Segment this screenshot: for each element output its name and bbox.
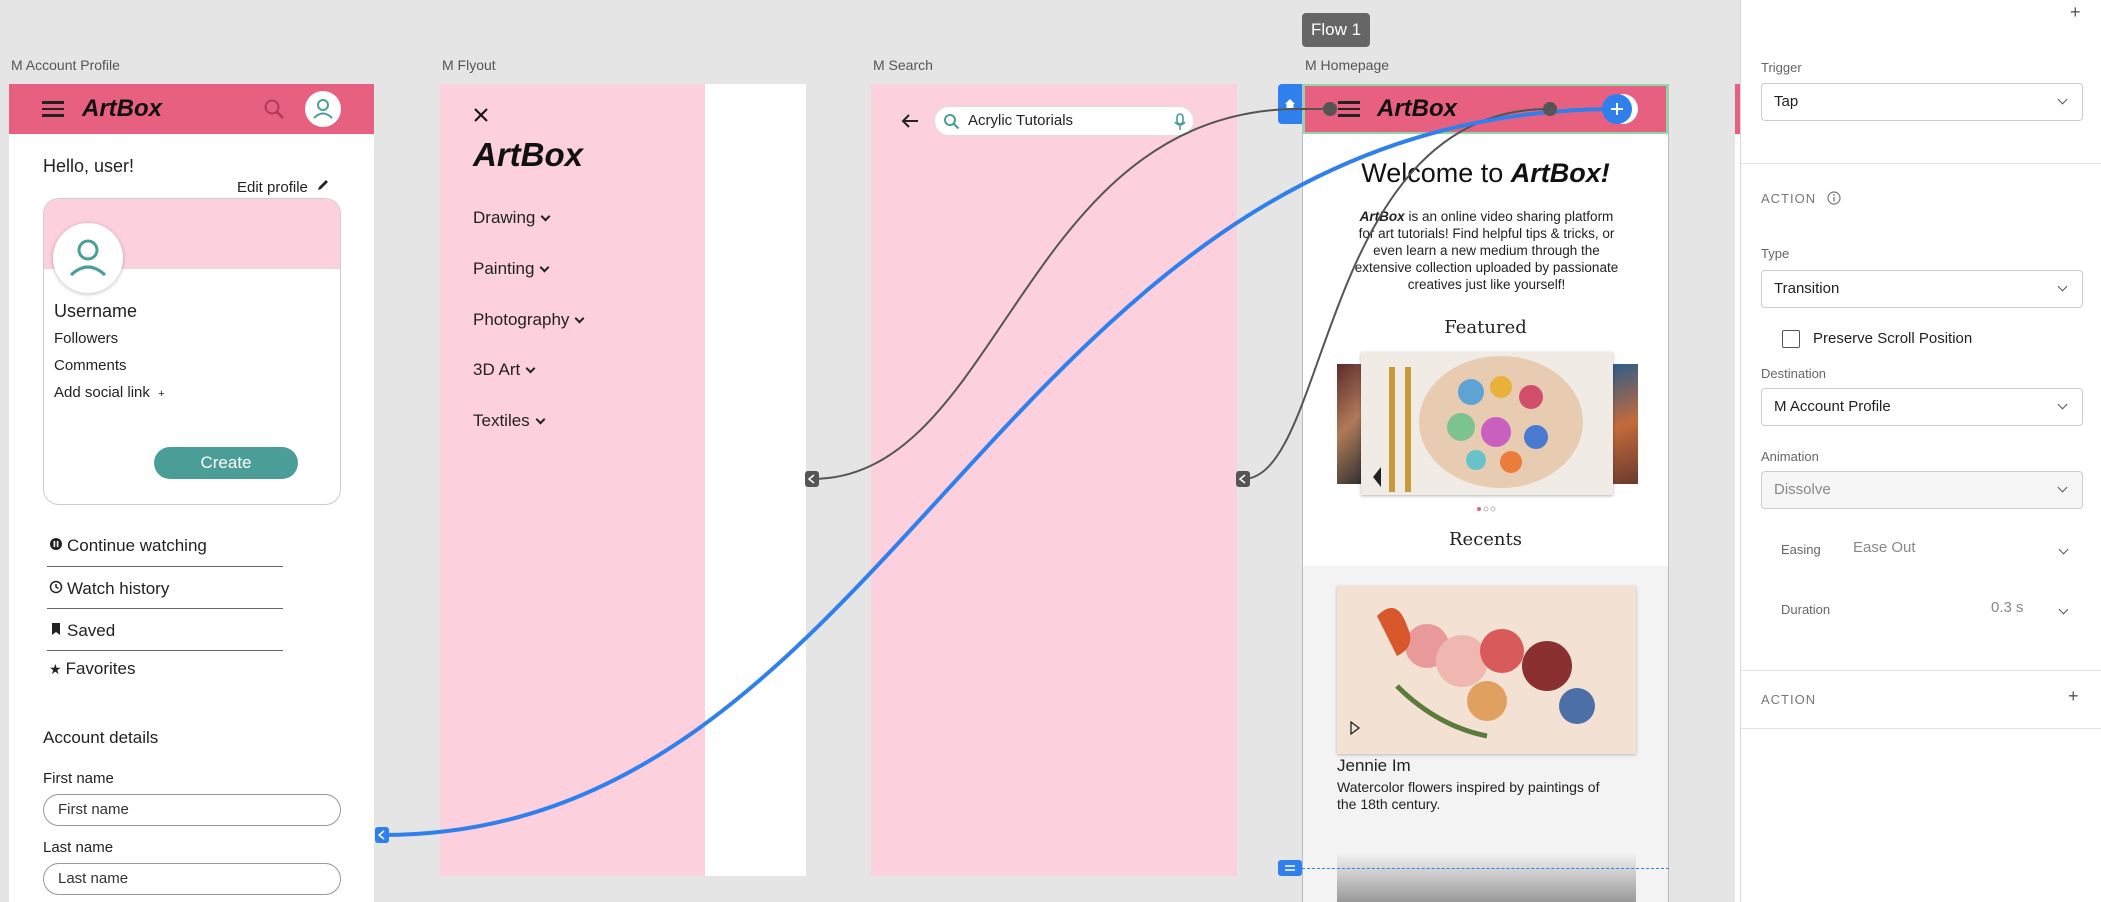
duration-value: 0.3 s (1991, 599, 2024, 616)
easing-label: Easing (1781, 542, 1821, 557)
type-label: Type (1761, 246, 1790, 261)
wire-target-flyout[interactable] (805, 471, 819, 487)
wire-account-profile[interactable] (382, 107, 1611, 837)
chevron-down-icon (2057, 94, 2068, 105)
trigger-label: Trigger (1761, 60, 1802, 75)
type-select[interactable]: Transition (1761, 270, 2083, 308)
destination-label: Destination (1761, 366, 1827, 381)
easing-select[interactable]: Ease Out (1853, 539, 2083, 563)
destination-select[interactable]: M Account Profile (1761, 388, 2083, 426)
duration-label: Duration (1781, 602, 1831, 617)
divider (1740, 728, 2101, 729)
wire-flyout[interactable] (811, 108, 1330, 480)
duration-stepper[interactable]: 0.3 s (1991, 599, 2083, 623)
panel-border (1740, 0, 1741, 902)
chevron-down-icon (2058, 544, 2069, 555)
add-action-button[interactable]: + (2068, 686, 2079, 707)
wire-search[interactable] (1242, 107, 1551, 480)
chevron-down-icon (2057, 399, 2068, 410)
action-section-title: ACTION (1761, 191, 1841, 206)
chevron-down-icon (2058, 604, 2069, 615)
add-interaction-button[interactable]: + (2070, 2, 2081, 23)
easing-value: Ease Out (1853, 539, 1916, 556)
wire-target-search[interactable] (1236, 471, 1250, 487)
divider (1740, 163, 2101, 164)
wire-target-account[interactable] (375, 827, 389, 843)
trigger-select[interactable]: Tap (1761, 83, 2083, 121)
animation-value: Dissolve (1774, 481, 1831, 498)
animation-label: Animation (1761, 449, 1819, 464)
action2-title: ACTION (1761, 692, 1817, 707)
divider (1740, 670, 2101, 671)
destination-value: M Account Profile (1774, 398, 1891, 415)
trigger-value: Tap (1774, 93, 1799, 110)
action-title: ACTION (1761, 191, 1817, 206)
type-value: Transition (1774, 280, 1840, 297)
preserve-scroll-label: Preserve Scroll Position (1813, 330, 1973, 347)
prototype-inspector-panel: + Trigger Tap ACTION Type Transition Pre… (1740, 0, 2101, 902)
chevron-down-icon (2057, 482, 2068, 493)
chevron-down-icon (2057, 281, 2068, 292)
animation-select[interactable]: Dissolve (1761, 471, 2083, 509)
info-icon[interactable] (1827, 191, 1841, 205)
preserve-scroll-checkbox[interactable] (1782, 330, 1800, 348)
